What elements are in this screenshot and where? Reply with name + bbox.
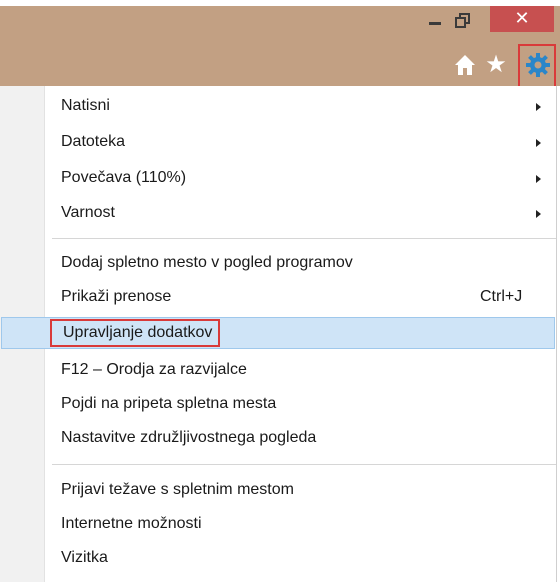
menu-item-label: Povečava (110%) (61, 169, 187, 186)
menu-item-label: Prijavi težave s spletnim mestom (61, 481, 294, 498)
menu-separator (52, 464, 556, 465)
menu-item-compatibility-view-settings[interactable]: Nastavitve združljivostnega pogleda (0, 424, 556, 456)
menu-item-label: Nastavitve združljivostnega pogleda (61, 429, 317, 446)
menu-item-label: Vizitka (61, 549, 108, 566)
menu-item-manage-add-ons[interactable]: Upravljanje dodatkov (1, 317, 555, 349)
menu-item-file[interactable]: Datoteka (0, 128, 556, 160)
menu-item-view-downloads[interactable]: Prikaži prenose Ctrl+J (0, 283, 556, 315)
gear-icon (525, 52, 551, 78)
menu-item-print[interactable]: Natisni (0, 92, 556, 124)
chevron-right-icon (536, 103, 541, 111)
menu-item-about[interactable]: Vizitka (0, 544, 556, 576)
menu-item-internet-options[interactable]: Internetne možnosti (0, 510, 556, 542)
menu-item-label: Datoteka (61, 133, 126, 150)
menu-item-label: Prikaži prenose (61, 288, 172, 305)
menu-item-safety[interactable]: Varnost (0, 199, 556, 231)
menu-item-zoom[interactable]: Povečava (110%) (0, 164, 556, 196)
menu-item-add-site-to-apps[interactable]: Dodaj spletno mesto v pogled programov (0, 249, 556, 281)
chevron-right-icon (536, 139, 541, 147)
menu-item-pinned-sites[interactable]: Pojdi na pripeta spletna mesta (0, 390, 556, 422)
restore-icon[interactable] (452, 10, 474, 32)
minimize-icon[interactable] (424, 10, 446, 32)
menu-item-label: Dodaj spletno mesto v pogled programov (61, 254, 353, 271)
chevron-right-icon (536, 210, 541, 218)
menu-item-label: Upravljanje dodatkov (50, 319, 221, 347)
menu-item-developer-tools[interactable]: F12 – Orodja za razvijalce (0, 356, 556, 388)
menu-item-label: F12 – Orodja za razvijalce (61, 361, 247, 378)
home-icon[interactable] (452, 52, 478, 78)
tools-menu: Natisni Datoteka Povečava (110%) Varnost… (0, 86, 560, 582)
close-icon[interactable]: ✕ (490, 6, 554, 32)
shortcut-label: Ctrl+J (480, 288, 523, 305)
star-icon[interactable]: ★ (483, 52, 509, 78)
menu-item-label: Natisni (61, 97, 110, 114)
menu-item-label: Pojdi na pripeta spletna mesta (61, 395, 277, 412)
menu-item-report-website-problems[interactable]: Prijavi težave s spletnim mestom (0, 476, 556, 508)
menu-item-label: Internetne možnosti (61, 515, 202, 532)
menu-separator (52, 238, 556, 239)
chevron-right-icon (536, 175, 541, 183)
menu-border (556, 86, 557, 582)
menu-item-label: Varnost (61, 204, 115, 221)
browser-title-bar: ✕ ★ (0, 6, 560, 94)
screenshot: ✕ ★ Natisni Datoteka Povečava (110%) Var… (0, 0, 560, 582)
